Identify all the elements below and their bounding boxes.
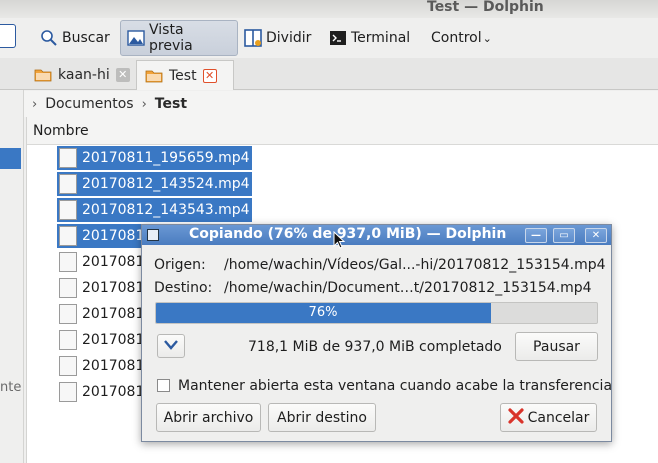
cancel-button[interactable]: Cancelar [500, 403, 597, 432]
open-destination-button[interactable]: Abrir destino [268, 403, 376, 432]
search-icon [40, 29, 58, 47]
file-name: 2017081 [82, 254, 145, 270]
tab-kaan-hi[interactable]: kaan-hi ✕ [26, 60, 138, 90]
file-name: 20170811_195659.mp4 [82, 150, 250, 166]
chevron-down-icon: ⌄ [482, 31, 492, 45]
keep-open-checkbox[interactable] [157, 379, 170, 392]
details-toggle-button[interactable] [157, 334, 185, 358]
sidebar-item-label: nte [0, 380, 22, 395]
tab-test[interactable]: Test ✕ [136, 60, 234, 90]
folder-icon [145, 67, 163, 85]
open-file-label: Abrir archivo [163, 409, 254, 426]
tab-label: Test [169, 67, 197, 84]
breadcrumb: › Documentos › Test [24, 91, 658, 117]
cancel-icon [508, 407, 524, 428]
tab-bar: kaan-hi ✕ Test ✕ [0, 58, 658, 90]
file-name: 2017081 [82, 280, 145, 296]
destination-label: Destino: [154, 280, 213, 296]
app-icon [147, 229, 159, 241]
folder-icon [34, 66, 52, 84]
origin-label: Origen: [154, 257, 206, 273]
open-destination-label: Abrir destino [277, 409, 367, 426]
file-row[interactable]: 2017081 [57, 250, 146, 274]
destination-row: Destino: [154, 280, 212, 296]
file-name: 2017081 [82, 384, 145, 400]
open-file-button[interactable]: Abrir archivo [156, 403, 261, 432]
search-label: Buscar [62, 30, 110, 46]
window-titlebar: Test — Dolphin [0, 0, 658, 18]
video-file-icon [59, 304, 77, 324]
origin-path: /home/wachin/Vídeos/Gal...-hi/20170812_1… [224, 257, 606, 273]
image-preview-icon [127, 29, 145, 47]
file-row[interactable]: 2017081 [57, 354, 146, 378]
dialog-title: Copiando (76% de 937,0 MiB) — Dolphin [189, 226, 507, 242]
pause-label: Pausar [533, 338, 580, 355]
video-file-icon [59, 226, 77, 246]
file-name: 2017081 [82, 358, 145, 374]
destination-path: /home/wachin/Document…t/20170812_153154.… [224, 280, 592, 296]
video-file-icon [59, 330, 77, 350]
video-file-icon [59, 174, 77, 194]
window-title: Test — Dolphin [427, 0, 544, 15]
control-label: Control [431, 30, 482, 46]
file-row[interactable]: 2017081 [57, 328, 146, 352]
chevron-down-icon [164, 338, 178, 354]
file-row[interactable]: 20170812_143524.mp4 [57, 172, 252, 196]
close-icon[interactable]: ✕ [585, 228, 607, 243]
video-file-icon [59, 252, 77, 272]
toolbar: Buscar Vista previa Dividir Terminal Con… [0, 18, 658, 58]
preview-label: Vista previa [149, 22, 193, 54]
video-file-icon [59, 200, 77, 220]
search-button[interactable]: Buscar [34, 20, 116, 56]
keep-open-label: Mantener abierta esta ventana cuando aca… [178, 378, 613, 394]
pause-button[interactable]: Pausar [515, 332, 598, 361]
copy-progress-bar: 76% [155, 302, 598, 324]
video-file-icon [59, 382, 77, 402]
control-menu-button[interactable]: Control ⌄ [425, 20, 498, 56]
file-row[interactable]: 2017081 [57, 380, 146, 404]
progress-percent: 76% [308, 305, 338, 320]
terminal-label: Terminal [351, 30, 411, 46]
file-row[interactable]: 2017081 [57, 224, 147, 248]
dialog-titlebar[interactable]: Copiando (76% de 937,0 MiB) — Dolphin — … [142, 225, 611, 245]
close-icon[interactable]: ✕ [115, 68, 130, 82]
file-row[interactable]: 2017081 [57, 302, 146, 326]
preview-button[interactable]: Vista previa [120, 20, 238, 56]
breadcrumb-item-current[interactable]: Test [155, 96, 187, 112]
file-name: 2017081 [82, 332, 145, 348]
origin-row: Origen: [154, 257, 206, 273]
column-header-name[interactable]: Nombre [27, 117, 658, 145]
view-mode-icon[interactable] [0, 24, 16, 48]
tab-label: kaan-hi [58, 67, 110, 83]
maximize-icon[interactable]: ▭ [553, 228, 575, 243]
breadcrumb-item-documentos[interactable]: Documentos [45, 96, 133, 112]
file-name: 2017081 [82, 228, 145, 244]
chevron-right-icon: › [32, 96, 38, 112]
completed-text: 718,1 MiB de 937,0 MiB completado [248, 339, 502, 355]
file-row[interactable]: 20170811_195659.mp4 [57, 146, 252, 170]
file-name: 20170812_143543.mp4 [82, 202, 250, 218]
split-label: Dividir [266, 30, 312, 46]
file-row[interactable]: 2017081 [57, 276, 146, 300]
video-file-icon [59, 278, 77, 298]
file-row[interactable]: 20170812_143543.mp4 [57, 198, 252, 222]
mouse-cursor-icon [333, 231, 346, 249]
terminal-icon [329, 29, 347, 47]
column-name-label: Nombre [33, 123, 89, 139]
file-name: 20170812_143524.mp4 [82, 176, 250, 192]
video-file-icon [59, 148, 77, 168]
close-icon[interactable]: ✕ [202, 68, 217, 83]
sidebar-selected-item[interactable] [0, 148, 21, 169]
video-file-icon [59, 356, 77, 376]
minimize-icon[interactable]: — [525, 228, 547, 243]
copy-progress-dialog: Copiando (76% de 937,0 MiB) — Dolphin — … [141, 224, 612, 442]
chevron-right-icon: › [141, 96, 147, 112]
split-view-icon [244, 29, 262, 47]
terminal-button[interactable]: Terminal [323, 20, 416, 56]
cancel-label: Cancelar [527, 409, 590, 426]
file-name: 2017081 [82, 306, 145, 322]
split-button[interactable]: Dividir [238, 20, 317, 56]
places-sidebar: nte [0, 90, 24, 463]
